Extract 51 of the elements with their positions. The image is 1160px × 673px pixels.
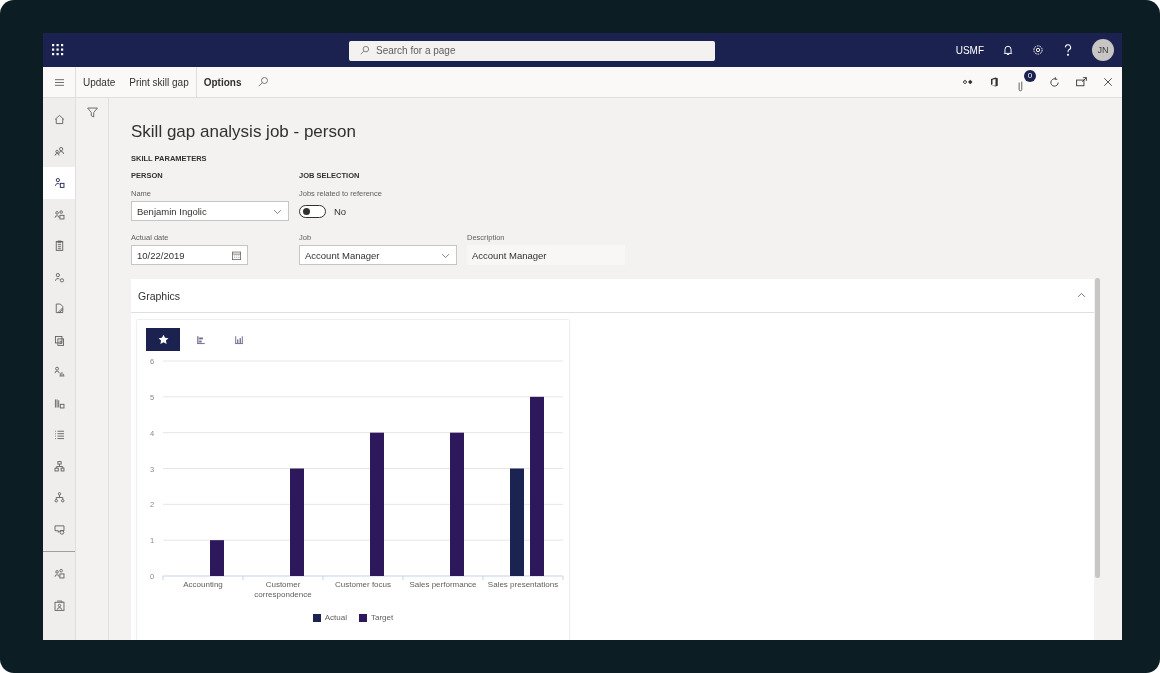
books-icon [52, 396, 66, 410]
hierarchy-icon [52, 491, 66, 505]
axis-category-label: Sales presentations [486, 580, 560, 591]
search-icon [256, 76, 269, 88]
help-icon[interactable] [1062, 43, 1074, 57]
chart-view-button[interactable] [146, 328, 180, 351]
column-chart-icon [234, 334, 244, 345]
home-icon [52, 113, 66, 127]
action-tab[interactable]: Update [76, 67, 123, 97]
axis-category-label: Sales performance [408, 580, 478, 591]
refresh-icon [1048, 75, 1061, 89]
bar-chart-icon [196, 334, 206, 345]
axis-category-label: Customer focus [334, 580, 392, 591]
axis-category-label: Customer correspondence [253, 580, 313, 600]
page-title: Skill gap analysis job - person [131, 122, 357, 142]
sidebar-item[interactable] [43, 167, 75, 199]
office-icon [988, 76, 1000, 88]
open-in-new-window-icon [1075, 75, 1088, 89]
toggle-switch[interactable] [299, 204, 326, 218]
people-icon [52, 207, 66, 221]
name-dropdown[interactable]: Benjamin Ingolic [131, 201, 289, 221]
person-chart-icon [52, 365, 66, 379]
job-dropdown[interactable]: Account Manager [299, 245, 457, 265]
documents-icon [52, 333, 66, 347]
person-document-icon [52, 176, 66, 190]
star-icon [157, 334, 169, 345]
description-field: Account Manager [467, 245, 625, 265]
legend-label: Target [371, 613, 394, 623]
action-tab[interactable]: Options [195, 67, 249, 97]
scrollbar[interactable] [1095, 278, 1100, 578]
person-settings-icon [52, 270, 66, 284]
search-field[interactable]: Search for a page [349, 40, 715, 61]
org-chart-icon [52, 459, 66, 473]
count-badge: 0 [1024, 69, 1036, 82]
action-tab[interactable]: Print skill gap [122, 67, 196, 97]
search-icon [359, 45, 370, 56]
chat-badge-icon [52, 522, 66, 536]
panel-title: Graphics [138, 289, 180, 302]
list-icon [52, 428, 66, 442]
close-icon [1102, 76, 1114, 88]
legend-label: Actual [324, 613, 347, 623]
people-icon [52, 144, 66, 158]
date-field[interactable]: 10/22/2019 [131, 245, 248, 265]
settings-icon[interactable] [1032, 44, 1044, 56]
toggle-value: No [334, 205, 347, 217]
notification-icon[interactable] [1002, 44, 1014, 56]
calendar-icon [231, 249, 242, 261]
user-avatar[interactable]: JN [1092, 39, 1114, 61]
company-name[interactable]: USMF [955, 44, 984, 56]
building-people-icon [52, 598, 66, 612]
axis-category-label: Accounting [182, 580, 224, 591]
